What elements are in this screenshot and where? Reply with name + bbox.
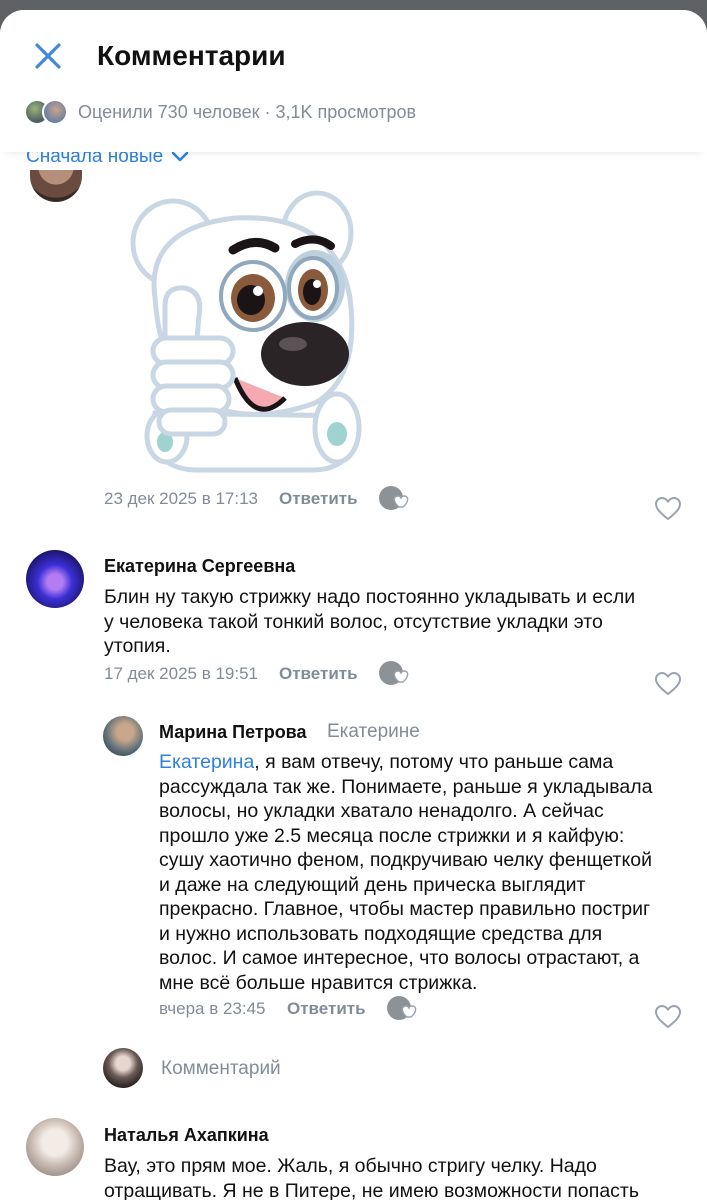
reply-button[interactable]: Ответить (279, 664, 358, 684)
text-line: Вау, это прям мое. Жаль, я обычно стригу… (104, 1155, 597, 1177)
reply-button[interactable]: Ответить (279, 489, 358, 509)
my-avatar (103, 1048, 143, 1088)
text-line: утопия. (104, 635, 171, 657)
text-line: и нужно использовать подходящие средства… (159, 922, 603, 945)
reactor-avatar (42, 99, 68, 125)
avatar[interactable] (103, 716, 143, 756)
comment-date: 23 дек 2025 в 17:13 (104, 489, 259, 508)
page-title: Комментарии (97, 40, 286, 71)
comment-text: Блин ну такую стрижку надо постоянно укл… (104, 585, 694, 659)
text-line: Блин ну такую стрижку надо постоянно укл… (104, 586, 636, 608)
sheet-header: Комментарии Оценили 730 человек · 3,1K п… (0, 10, 707, 152)
comment-date: 17 дек 2025 в 19:51 (104, 664, 259, 683)
comments-sheet: Комментарии Оценили 730 человек · 3,1K п… (0, 10, 707, 1200)
reply-button[interactable]: Ответить (287, 999, 366, 1019)
text-line: сушу хаотично феном, подкручиваю челку ф… (159, 849, 652, 871)
text-line: мне всё больше нравится стрижка. (159, 971, 478, 994)
comment-date: вчера в 23:45 (159, 999, 266, 1018)
chevron-down-icon (171, 151, 189, 162)
reply-to-name[interactable]: Екатерине (327, 721, 420, 743)
text-line: у человека такой тонкий волос, отсутстви… (104, 610, 603, 633)
comment-author[interactable]: Екатерина Сергеевна (104, 556, 295, 577)
text-line: рассуждала так же. Понимаете, раньше я у… (159, 775, 653, 798)
heart-outline-icon[interactable] (655, 672, 681, 696)
avatar[interactable] (26, 550, 84, 608)
text-line: волос. И самое интересное, что волосы от… (159, 947, 640, 969)
text-line: прекрасно. Главное, чтобы мастер правиль… (159, 898, 651, 920)
close-icon[interactable] (30, 38, 66, 74)
comment-author[interactable]: Наталья Ахапкина (104, 1125, 269, 1146)
heart-outline-icon[interactable] (655, 497, 681, 521)
text-span: , я вам отвечу, потому что раньше сама (254, 751, 614, 773)
avatar[interactable] (30, 170, 82, 202)
comment-text: Вау, это прям мое. Жаль, я обычно стригу… (104, 1154, 699, 1200)
liked-by-author-icon (379, 661, 409, 685)
text-line: прошло уже 2.5 месяца после стрижки и я … (159, 824, 625, 847)
text-line: и даже на следующий день прическа выгляд… (159, 873, 586, 896)
heart-outline-icon[interactable] (655, 1005, 681, 1029)
comment-input[interactable]: Комментарий (161, 1058, 281, 1080)
mention-link[interactable]: Екатерина (159, 751, 254, 773)
comment-text: Екатерина, я вам отвечу, потому что рань… (159, 750, 699, 995)
avatar[interactable] (26, 1118, 84, 1176)
text-line: Екатерина, я вам отвечу, потому что рань… (159, 750, 699, 775)
reactions-summary[interactable]: Оценили 730 человек · 3,1K просмотров (24, 98, 416, 126)
text-line: волосы, но укладки хватало ненадолго. А … (159, 800, 604, 822)
comment-author[interactable]: Марина Петрова (159, 722, 307, 743)
liked-by-author-icon (379, 486, 409, 510)
liked-by-author-icon (387, 996, 417, 1020)
text-line: отращивать. Я не в Питере, не имею возмо… (104, 1179, 640, 1200)
thumbs-up-dog-sticker (130, 190, 362, 473)
stats-text: Оценили 730 человек · 3,1K просмотров (78, 101, 417, 122)
